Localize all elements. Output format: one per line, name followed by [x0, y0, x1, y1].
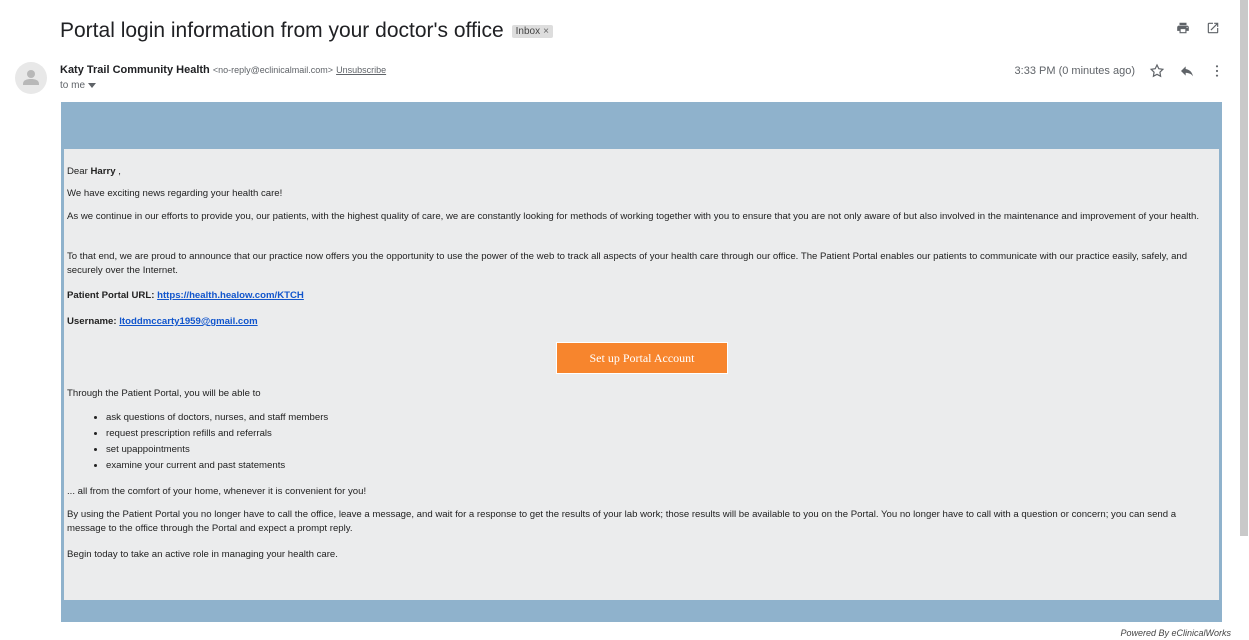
portal-url-link[interactable]: https://health.healow.com/KTCH [157, 290, 304, 301]
sender-email: <no-reply@eclinicalmail.com> [212, 65, 334, 75]
list-item: request prescription refills and referra… [106, 426, 328, 442]
paragraph-no-longer-call: By using the Patient Portal you no longe… [67, 509, 1177, 534]
sender-avatar [15, 62, 47, 94]
sender-line: Katy Trail Community Health <no-reply@ec… [60, 64, 386, 76]
label-chip-text: Inbox [515, 25, 541, 37]
paragraph-comfort: ... all from the comfort of your home, w… [67, 486, 367, 497]
paragraph-begin-today: Begin today to take an active role in ma… [67, 549, 338, 560]
email-subject: Portal login information from your docto… [60, 19, 504, 42]
message-time: 3:33 PM (0 minutes ago) [1014, 65, 1135, 77]
paragraph-able-to: Through the Patient Portal, you will be … [67, 388, 261, 399]
paragraph-exciting-news: We have exciting news regarding your hea… [67, 188, 283, 199]
username-label: Username: [67, 316, 120, 327]
reply-icon[interactable] [1179, 63, 1195, 79]
subject-row: Portal login information from your docto… [60, 17, 553, 45]
feature-list: ask questions of doctors, nurses, and st… [96, 410, 328, 474]
star-icon[interactable] [1149, 63, 1165, 79]
more-vertical-icon[interactable] [1209, 63, 1225, 79]
list-item: examine your current and past statements [106, 458, 328, 474]
list-item: set upappointments [106, 442, 328, 458]
portal-url-line: Patient Portal URL: https://health.healo… [67, 289, 1211, 303]
top-actions [1175, 20, 1221, 36]
sender-name[interactable]: Katy Trail Community Health [60, 64, 210, 76]
to-label: to me [60, 80, 86, 91]
setup-portal-account-button[interactable]: Set up Portal Account [556, 342, 728, 374]
paragraph-quality-care: As we continue in our efforts to provide… [67, 211, 1200, 222]
greeting: Dear Harry , [67, 166, 121, 177]
person-icon [23, 70, 39, 85]
list-item: ask questions of doctors, nurses, and st… [106, 410, 328, 426]
unsubscribe-link[interactable]: Unsubscribe [336, 65, 386, 75]
paragraph-announcement: To that end, we are proud to announce th… [67, 251, 1188, 276]
print-icon[interactable] [1175, 20, 1191, 36]
message-actions: 3:33 PM (0 minutes ago) [1015, 63, 1225, 79]
open-in-new-window-icon[interactable] [1205, 20, 1221, 36]
scrollbar-track[interactable] [1239, 0, 1249, 640]
email-html-body: Dear Harry , We have exciting news regar… [61, 102, 1222, 622]
email-content-panel: Dear Harry , We have exciting news regar… [64, 149, 1219, 600]
username-link[interactable]: ltoddmccarty1959@gmail.com [119, 316, 257, 327]
powered-by-footer: Powered By eClinicalWorks [1120, 628, 1231, 638]
portal-url-label: Patient Portal URL: [67, 290, 158, 301]
recipient-name: Harry [90, 166, 116, 177]
inbox-label-chip[interactable]: Inbox × [511, 24, 553, 38]
chevron-down-icon [88, 82, 97, 88]
username-line: Username: ltoddmccarty1959@gmail.com [67, 315, 1211, 329]
recipient-dropdown[interactable]: to me [60, 80, 97, 91]
scrollbar-thumb[interactable] [1240, 0, 1248, 536]
remove-label-button[interactable]: × [543, 26, 549, 37]
